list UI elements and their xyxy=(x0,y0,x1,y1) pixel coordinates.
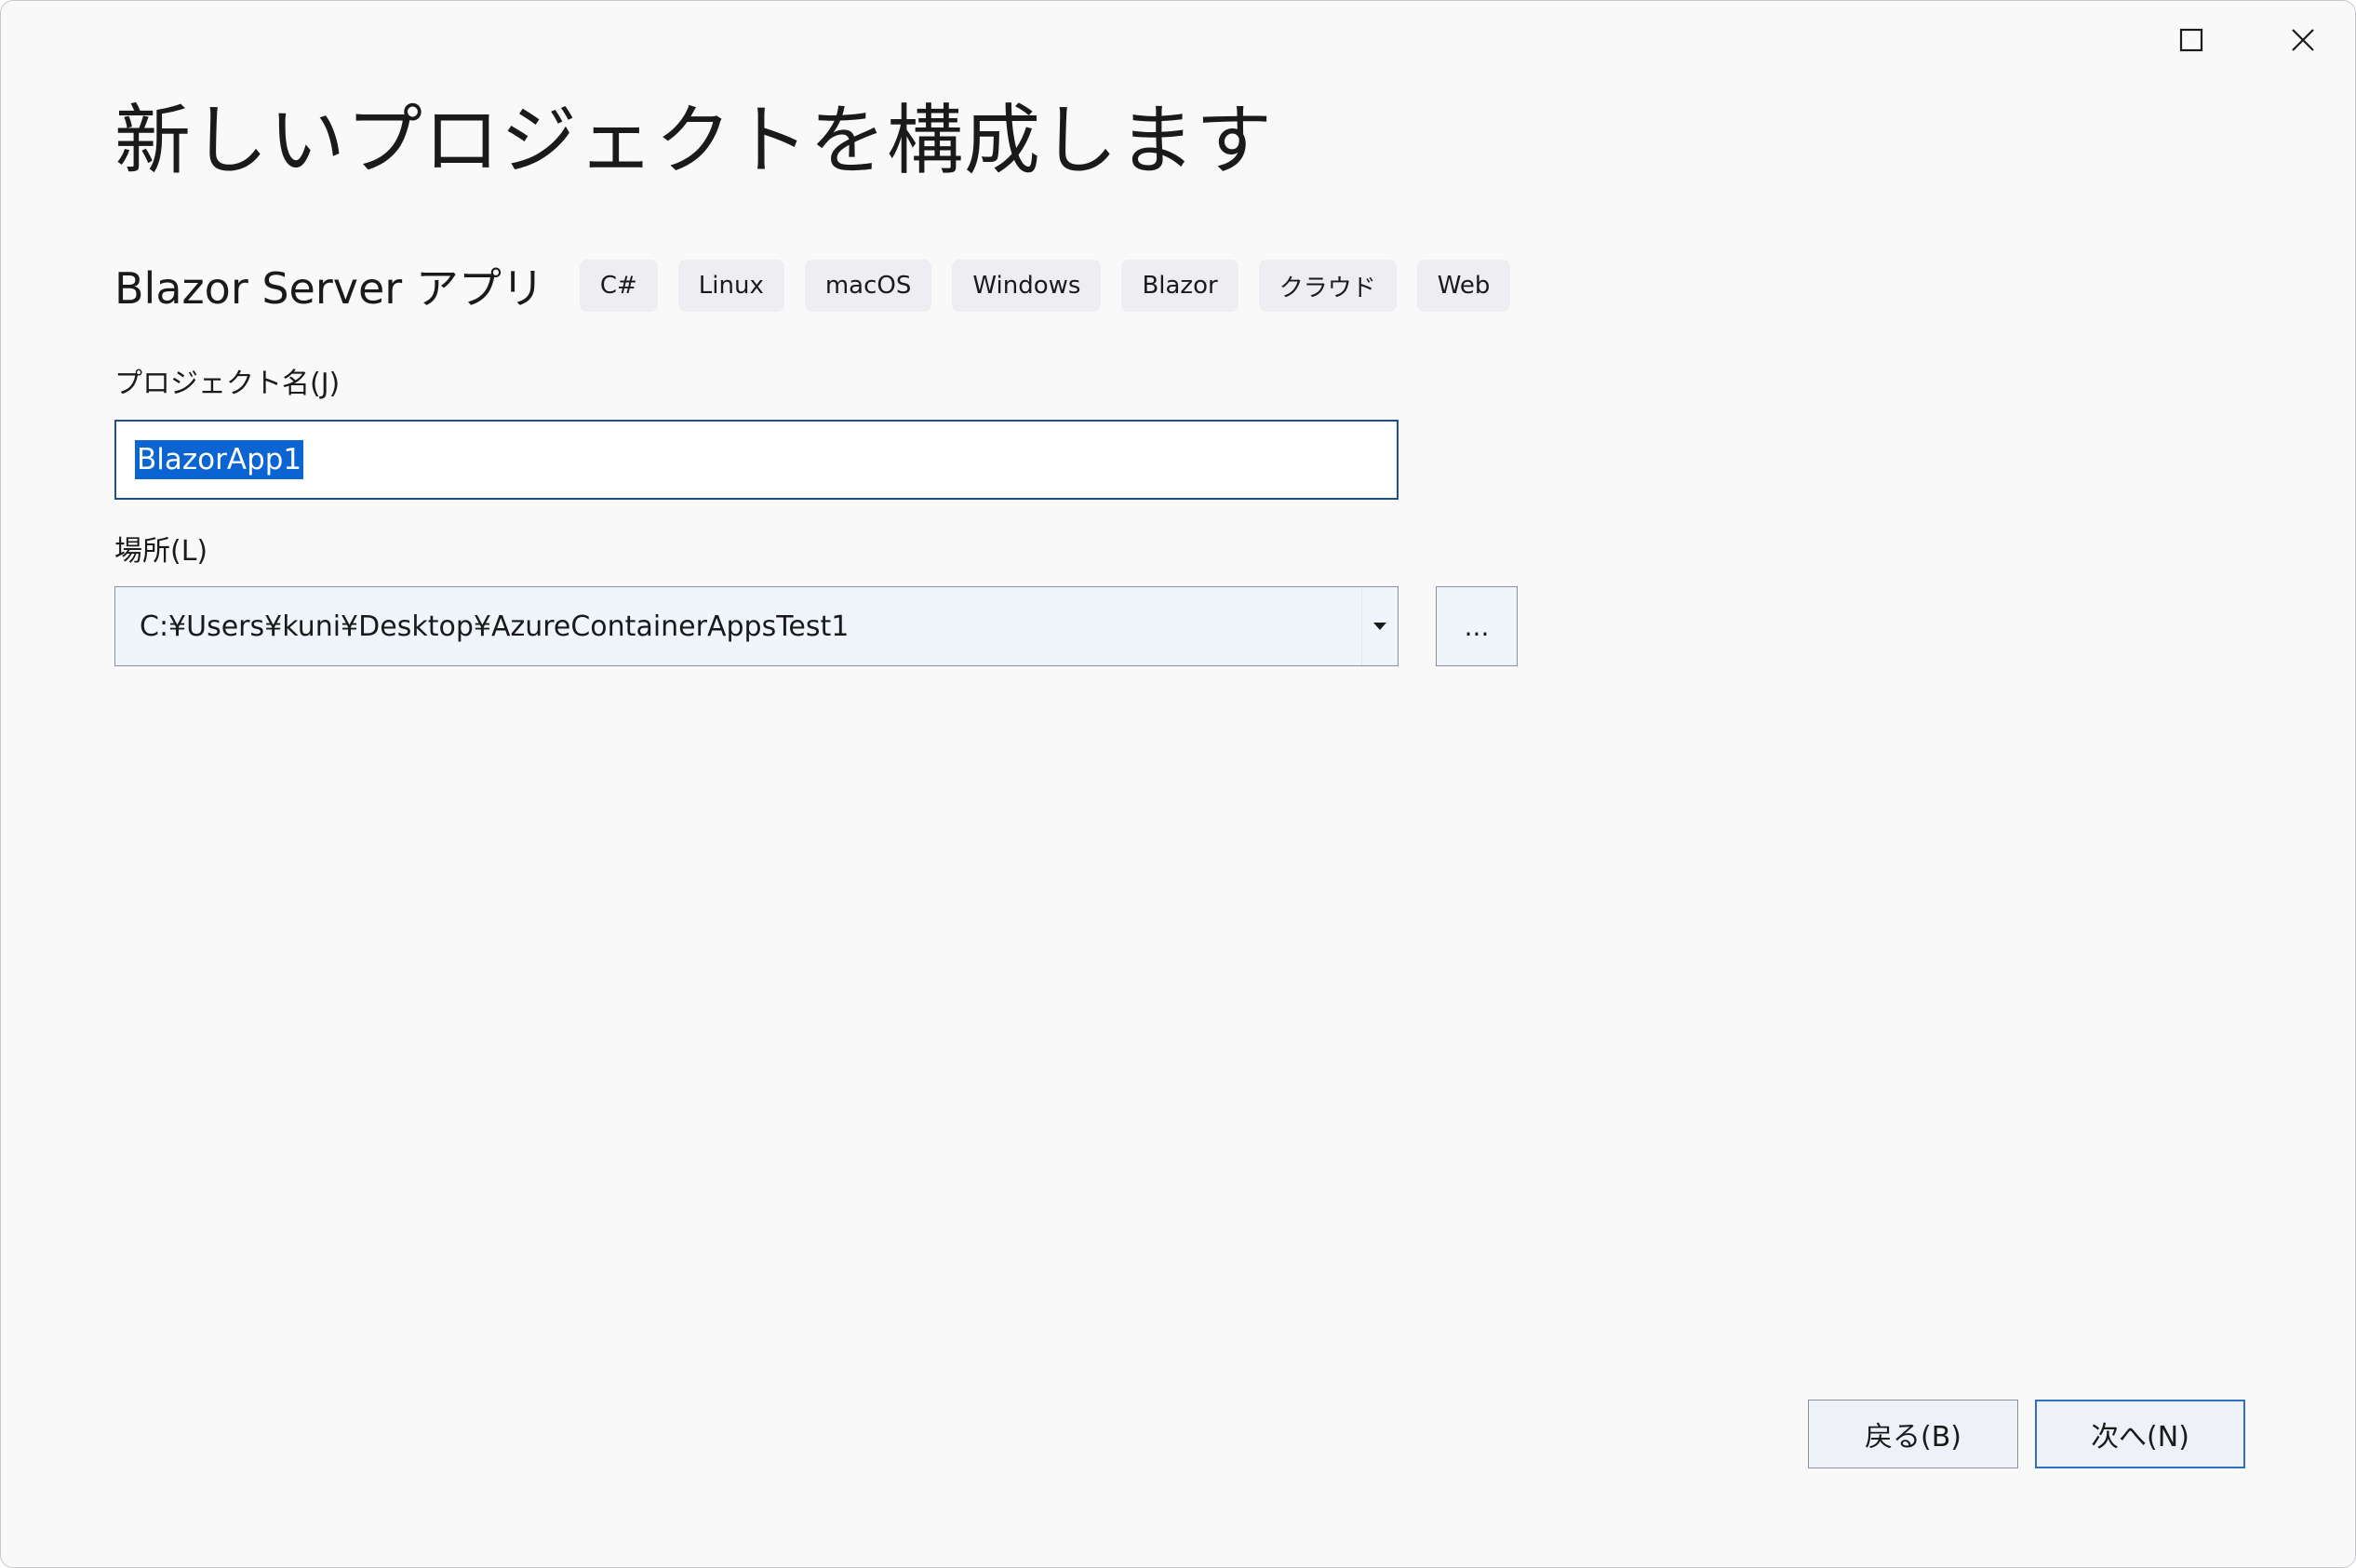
configure-project-dialog: 新しいプロジェクトを構成します Blazor Server アプリ C# Lin… xyxy=(0,0,2356,1568)
template-summary: Blazor Server アプリ C# Linux macOS Windows… xyxy=(114,254,1531,317)
chevron-down-icon xyxy=(1373,623,1386,630)
back-button[interactable]: 戻る(B) xyxy=(1808,1400,2018,1468)
next-button[interactable]: 次へ(N) xyxy=(2035,1400,2245,1468)
location-label: 場所(L) xyxy=(114,535,208,568)
close-button[interactable] xyxy=(2258,10,2348,70)
browse-button[interactable]: ... xyxy=(1436,586,1518,666)
location-dropdown-button[interactable] xyxy=(1361,587,1398,665)
project-name-label: プロジェクト名(J) xyxy=(114,368,341,400)
location-value: C:¥Users¥kuni¥Desktop¥AzureContainerApps… xyxy=(140,610,850,643)
tag-csharp: C# xyxy=(579,260,658,312)
tag-web: Web xyxy=(1416,260,1511,312)
template-name: Blazor Server アプリ xyxy=(114,263,544,314)
tag-blazor: Blazor xyxy=(1121,260,1238,312)
project-name-value: BlazorApp1 xyxy=(135,440,304,479)
tag-cloud: クラウド xyxy=(1258,260,1397,312)
tag-macos: macOS xyxy=(804,260,932,312)
location-combobox[interactable]: C:¥Users¥kuni¥Desktop¥AzureContainerApps… xyxy=(114,586,1399,666)
project-name-input[interactable]: BlazorApp1 xyxy=(114,420,1399,500)
tag-linux: Linux xyxy=(677,260,784,312)
maximize-button[interactable] xyxy=(2147,10,2236,70)
page-title: 新しいプロジェクトを構成します xyxy=(114,97,1274,185)
maximize-icon xyxy=(2179,28,2203,52)
close-icon xyxy=(2292,29,2314,51)
tag-windows: Windows xyxy=(952,260,1102,312)
